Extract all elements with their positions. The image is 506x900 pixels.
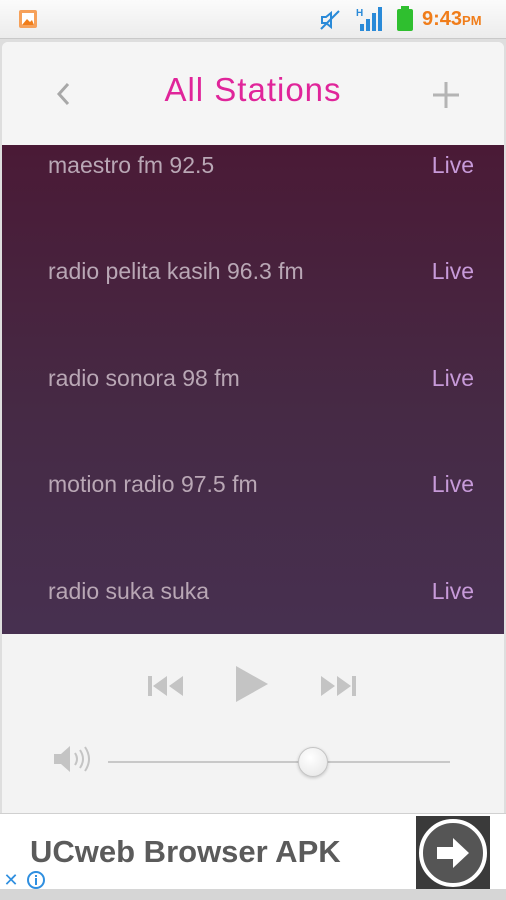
- mute-icon: [320, 10, 340, 30]
- battery-icon: [397, 6, 413, 31]
- previous-button[interactable]: [146, 672, 186, 700]
- station-name: radio sonora 98 fm: [48, 365, 240, 391]
- svg-text:H: H: [356, 8, 363, 19]
- station-live-label[interactable]: Live: [432, 365, 474, 392]
- station-name: motion radio 97.5 fm: [48, 471, 258, 497]
- ad-arrow-button[interactable]: [416, 816, 490, 890]
- ad-banner[interactable]: UCweb Browser APK ✕: [0, 813, 506, 890]
- volume-slider-thumb[interactable]: [298, 747, 329, 777]
- station-live-label[interactable]: Live: [432, 258, 474, 285]
- status-clock: 9:43PM: [422, 8, 482, 31]
- add-station-button[interactable]: [426, 72, 466, 116]
- bottom-strip: [0, 889, 506, 900]
- station-row[interactable]: radio pelita kasih 96.3 fm Live: [2, 251, 504, 311]
- status-bar: H 9:43PM: [0, 0, 506, 39]
- station-row[interactable]: maestro fm 92.5 Live: [2, 145, 504, 205]
- ad-text[interactable]: UCweb Browser APK: [30, 834, 341, 870]
- play-button[interactable]: [230, 662, 272, 706]
- station-row[interactable]: radio sonora 98 fm Live: [2, 358, 504, 418]
- plus-icon: [433, 82, 459, 108]
- station-live-label[interactable]: Live: [432, 578, 474, 605]
- station-name: radio suka suka: [48, 578, 210, 604]
- gallery-icon: [19, 10, 37, 28]
- station-name: radio pelita kasih 96.3 fm: [48, 258, 304, 284]
- station-live-label[interactable]: Live: [432, 471, 474, 498]
- ad-close-icon[interactable]: ✕: [0, 869, 22, 891]
- header: All Stations: [2, 42, 504, 145]
- speaker-icon[interactable]: [52, 742, 90, 776]
- station-live-label[interactable]: Live: [432, 152, 474, 179]
- volume-slider-track[interactable]: [108, 761, 450, 763]
- station-row[interactable]: radio suka suka Live: [2, 571, 504, 631]
- station-list: maestro fm 92.5 Live radio pelita kasih …: [2, 145, 504, 634]
- app-window: All Stations maestro fm 92.5 Live radio …: [2, 42, 504, 892]
- station-name: maestro fm 92.5: [48, 152, 215, 178]
- info-icon[interactable]: [26, 870, 46, 890]
- clock-ampm: PM: [462, 13, 482, 28]
- play-icon: [236, 666, 268, 702]
- next-button[interactable]: [318, 672, 358, 700]
- signal-icon: H: [356, 7, 382, 31]
- next-icon: [321, 676, 356, 696]
- station-row[interactable]: motion radio 97.5 fm Live: [2, 464, 504, 524]
- clock-time: 9:43: [422, 8, 463, 30]
- previous-icon: [148, 676, 183, 696]
